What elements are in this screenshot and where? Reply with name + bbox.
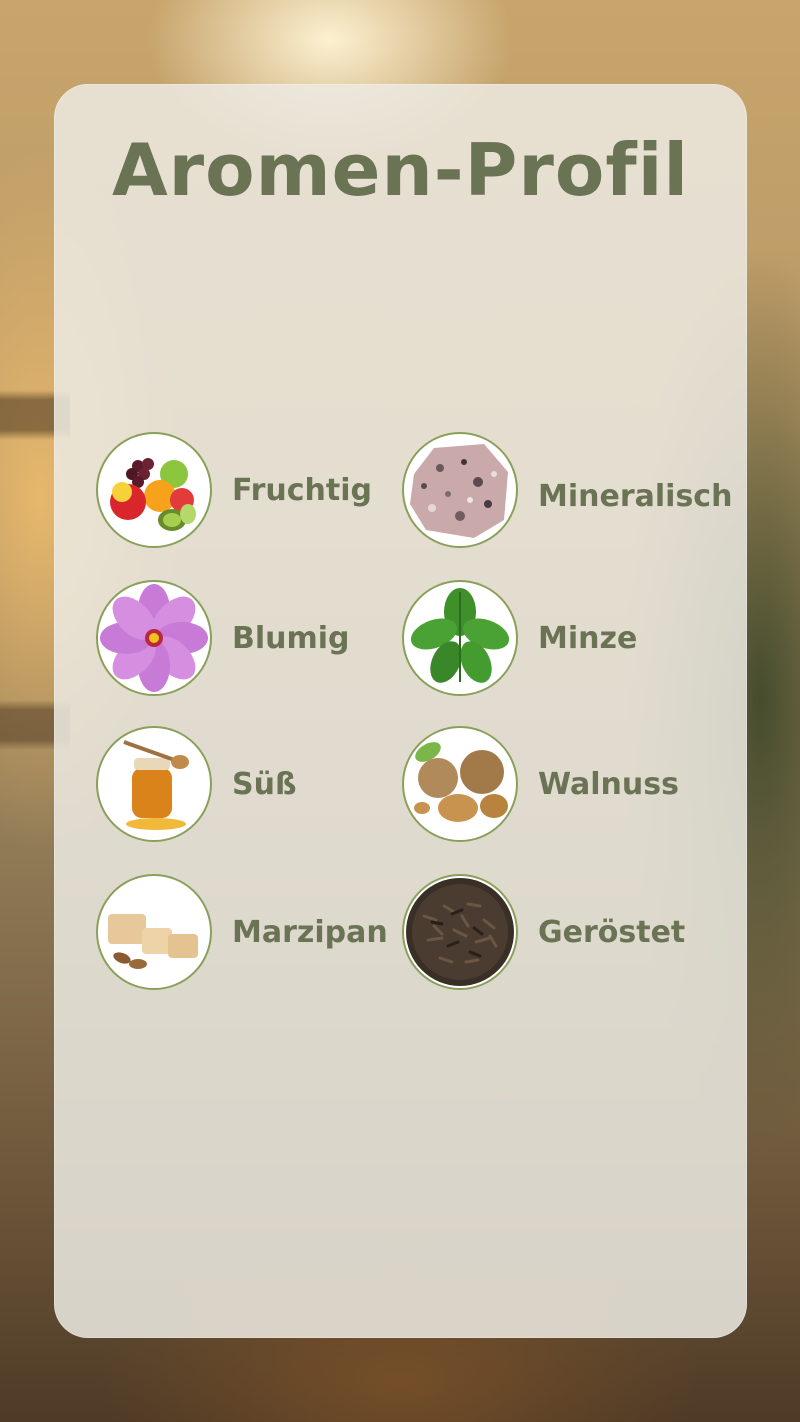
aroma-item-mineralisch: Mineralisch: [402, 432, 732, 548]
aroma-label: Minze: [538, 620, 638, 656]
aroma-item-suess: Süß: [96, 726, 297, 842]
mint-leaf-icon: [402, 580, 518, 696]
aroma-item-marzipan: Marzipan: [96, 874, 388, 990]
aroma-item-minze: Minze: [402, 580, 637, 696]
flower-icon: [96, 580, 212, 696]
aroma-label: Blumig: [232, 620, 350, 656]
aroma-label: Walnuss: [538, 766, 679, 802]
aroma-item-geroestet: Geröstet: [402, 874, 685, 990]
fruits-icon: [96, 432, 212, 548]
mineral-rock-icon: [402, 432, 518, 548]
aroma-label: Mineralisch: [538, 478, 733, 514]
honey-jar-icon: [96, 726, 212, 842]
aroma-label: Geröstet: [538, 914, 686, 950]
aroma-item-fruchtig: Fruchtig: [96, 432, 372, 548]
walnut-icon: [402, 726, 518, 842]
roasted-icon: [402, 874, 518, 990]
page-title: Aromen-Profil: [111, 128, 690, 212]
aroma-label: Süß: [232, 766, 297, 802]
aroma-label: Fruchtig: [232, 472, 372, 508]
aroma-item-blumig: Blumig: [96, 580, 350, 696]
aroma-card: Aromen-Profil Fruchtig Mineralisch Blumi…: [54, 84, 747, 1338]
aroma-item-walnuss: Walnuss: [402, 726, 679, 842]
marzipan-icon: [96, 874, 212, 990]
aroma-label: Marzipan: [232, 914, 388, 950]
